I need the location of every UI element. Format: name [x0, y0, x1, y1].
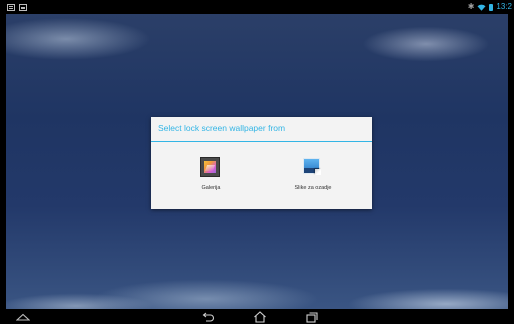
wifi-icon [477, 4, 486, 11]
option-wallpapers[interactable]: Slike za ozadje [273, 151, 353, 201]
wallpaper-source-dialog: Select lock screen wallpaper from Galeri… [151, 117, 372, 209]
wallpapers-icon [302, 157, 322, 177]
option-gallery-label: Galerija [201, 185, 221, 191]
gallery-icon-wrap [200, 157, 222, 179]
back-icon [202, 312, 214, 322]
gallery-icon [200, 157, 220, 177]
status-bar-notifications [0, 3, 27, 11]
navigation-bar [0, 309, 514, 324]
dialog-title-divider [151, 141, 372, 142]
dialog-title: Select lock screen wallpaper from [158, 123, 286, 133]
status-bar: ✱ 13:2 [0, 0, 514, 14]
recent-apps-button[interactable] [300, 309, 324, 324]
recent-apps-icon [306, 311, 318, 323]
back-button[interactable] [197, 309, 221, 324]
home-button[interactable] [248, 309, 272, 324]
option-gallery[interactable]: Galerija [171, 151, 251, 201]
bluetooth-icon: ✱ [467, 2, 475, 11]
android-screen: ✱ 13:2 Select lock screen wallpaper from… [0, 0, 514, 324]
collapse-button[interactable] [11, 309, 35, 324]
notification-note-icon [7, 3, 15, 11]
status-bar-system: ✱ 13:2 [468, 0, 514, 14]
home-icon [254, 310, 266, 323]
wallpapers-icon-page-curl [315, 169, 321, 175]
status-clock: 13:2 [496, 2, 512, 11]
wallpapers-icon-wrap [302, 157, 324, 179]
collapse-icon [16, 313, 30, 321]
option-wallpapers-label: Slike za ozadje [294, 185, 332, 191]
battery-icon [489, 3, 494, 11]
screenshot-icon [19, 3, 27, 11]
